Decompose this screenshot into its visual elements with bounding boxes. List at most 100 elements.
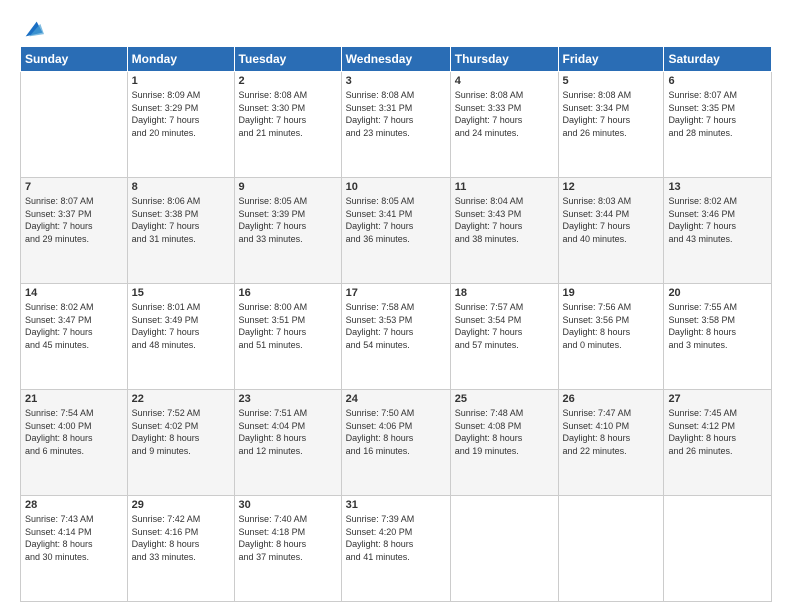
day-number: 2 [239, 75, 337, 87]
header [20, 18, 772, 36]
logo-icon [22, 18, 44, 40]
weekday-header-row: SundayMondayTuesdayWednesdayThursdayFrid… [21, 47, 772, 72]
day-info: Sunrise: 8:00 AM Sunset: 3:51 PM Dayligh… [239, 301, 337, 351]
calendar-cell: 24 Sunrise: 7:50 AM Sunset: 4:06 PM Dayli… [341, 390, 450, 496]
day-number: 29 [132, 499, 230, 511]
weekday-header: Tuesday [234, 47, 341, 72]
day-number: 8 [132, 181, 230, 193]
day-number: 21 [25, 393, 123, 405]
calendar-cell: 30Sunrise: 7:40 AM Sunset: 4:18 PM Dayli… [234, 496, 341, 602]
calendar: SundayMondayTuesdayWednesdayThursdayFrid… [20, 46, 772, 602]
day-number: 5 [563, 75, 660, 87]
calendar-cell [21, 72, 128, 178]
day-number: 11 [455, 181, 554, 193]
day-number: 12 [563, 181, 660, 193]
day-info: Sunrise: 8:03 AM Sunset: 3:44 PM Dayligh… [563, 195, 660, 245]
day-number: 27 [668, 393, 767, 405]
day-info: Sunrise: 7:48 AM Sunset: 4:08 PM Dayligh… [455, 407, 554, 457]
calendar-cell: 3Sunrise: 8:08 AM Sunset: 3:31 PM Daylig… [341, 72, 450, 178]
day-info: Sunrise: 7:55 AM Sunset: 3:58 PM Dayligh… [668, 301, 767, 351]
day-number: 23 [239, 393, 337, 405]
weekday-header: Monday [127, 47, 234, 72]
calendar-cell: 22Sunrise: 7:52 AM Sunset: 4:02 PM Dayli… [127, 390, 234, 496]
day-info: Sunrise: 7:56 AM Sunset: 3:56 PM Dayligh… [563, 301, 660, 351]
day-number: 17 [346, 287, 446, 299]
day-info: Sunrise: 7:47 AM Sunset: 4:10 PM Dayligh… [563, 407, 660, 457]
calendar-cell: 19 Sunrise: 7:56 AM Sunset: 3:56 PM Dayli… [558, 284, 664, 390]
calendar-cell [450, 496, 558, 602]
day-number: 31 [346, 499, 446, 511]
calendar-cell: 15 Sunrise: 8:01 AM Sunset: 3:49 PM Dayli… [127, 284, 234, 390]
calendar-cell: 23 Sunrise: 7:51 AM Sunset: 4:04 PM Dayli… [234, 390, 341, 496]
day-number: 24 [346, 393, 446, 405]
day-info: Sunrise: 7:40 AM Sunset: 4:18 PM Dayligh… [239, 513, 337, 563]
day-number: 25 [455, 393, 554, 405]
page: SundayMondayTuesdayWednesdayThursdayFrid… [0, 0, 792, 612]
day-number: 16 [239, 287, 337, 299]
day-number: 20 [668, 287, 767, 299]
calendar-cell: 16 Sunrise: 8:00 AM Sunset: 3:51 PM Dayli… [234, 284, 341, 390]
day-info: Sunrise: 8:04 AM Sunset: 3:43 PM Dayligh… [455, 195, 554, 245]
day-info: Sunrise: 8:08 AM Sunset: 3:34 PM Dayligh… [563, 89, 660, 139]
calendar-cell: 20 Sunrise: 7:55 AM Sunset: 3:58 PM Dayli… [664, 284, 772, 390]
calendar-cell: 13 Sunrise: 8:02 AM Sunset: 3:46 PM Dayli… [664, 178, 772, 284]
day-info: Sunrise: 8:06 AM Sunset: 3:38 PM Dayligh… [132, 195, 230, 245]
day-info: Sunrise: 8:07 AM Sunset: 3:35 PM Dayligh… [668, 89, 767, 139]
calendar-cell: 1 Sunrise: 8:09 AM Sunset: 3:29 PM Daylig… [127, 72, 234, 178]
calendar-cell: 26 Sunrise: 7:47 AM Sunset: 4:10 PM Dayli… [558, 390, 664, 496]
day-number: 7 [25, 181, 123, 193]
calendar-cell: 12 Sunrise: 8:03 AM Sunset: 3:44 PM Dayli… [558, 178, 664, 284]
logo [20, 18, 44, 36]
calendar-cell: 31 Sunrise: 7:39 AM Sunset: 4:20 PM Dayli… [341, 496, 450, 602]
calendar-cell [558, 496, 664, 602]
day-info: Sunrise: 8:05 AM Sunset: 3:39 PM Dayligh… [239, 195, 337, 245]
day-info: Sunrise: 8:08 AM Sunset: 3:33 PM Dayligh… [455, 89, 554, 139]
calendar-week-row: 14 Sunrise: 8:02 AM Sunset: 3:47 PM Dayli… [21, 284, 772, 390]
day-info: Sunrise: 8:08 AM Sunset: 3:31 PM Dayligh… [346, 89, 446, 139]
weekday-header: Sunday [21, 47, 128, 72]
day-info: Sunrise: 8:02 AM Sunset: 3:47 PM Dayligh… [25, 301, 123, 351]
calendar-cell: 28 Sunrise: 7:43 AM Sunset: 4:14 PM Dayli… [21, 496, 128, 602]
day-info: Sunrise: 8:09 AM Sunset: 3:29 PM Dayligh… [132, 89, 230, 139]
day-info: Sunrise: 7:42 AM Sunset: 4:16 PM Dayligh… [132, 513, 230, 563]
day-info: Sunrise: 7:51 AM Sunset: 4:04 PM Dayligh… [239, 407, 337, 457]
calendar-week-row: 28 Sunrise: 7:43 AM Sunset: 4:14 PM Dayli… [21, 496, 772, 602]
weekday-header: Wednesday [341, 47, 450, 72]
day-info: Sunrise: 7:43 AM Sunset: 4:14 PM Dayligh… [25, 513, 123, 563]
day-info: Sunrise: 8:08 AM Sunset: 3:30 PM Dayligh… [239, 89, 337, 139]
day-info: Sunrise: 7:54 AM Sunset: 4:00 PM Dayligh… [25, 407, 123, 457]
calendar-cell: 18Sunrise: 7:57 AM Sunset: 3:54 PM Dayli… [450, 284, 558, 390]
day-info: Sunrise: 7:50 AM Sunset: 4:06 PM Dayligh… [346, 407, 446, 457]
day-info: Sunrise: 7:52 AM Sunset: 4:02 PM Dayligh… [132, 407, 230, 457]
day-number: 6 [668, 75, 767, 87]
day-number: 28 [25, 499, 123, 511]
day-info: Sunrise: 8:01 AM Sunset: 3:49 PM Dayligh… [132, 301, 230, 351]
day-info: Sunrise: 8:02 AM Sunset: 3:46 PM Dayligh… [668, 195, 767, 245]
day-info: Sunrise: 8:07 AM Sunset: 3:37 PM Dayligh… [25, 195, 123, 245]
calendar-cell: 17 Sunrise: 7:58 AM Sunset: 3:53 PM Dayli… [341, 284, 450, 390]
calendar-week-row: 21 Sunrise: 7:54 AM Sunset: 4:00 PM Dayli… [21, 390, 772, 496]
day-number: 18 [455, 287, 554, 299]
calendar-cell: 29 Sunrise: 7:42 AM Sunset: 4:16 PM Dayli… [127, 496, 234, 602]
day-number: 15 [132, 287, 230, 299]
calendar-cell: 7 Sunrise: 8:07 AM Sunset: 3:37 PM Daylig… [21, 178, 128, 284]
day-number: 4 [455, 75, 554, 87]
day-number: 1 [132, 75, 230, 87]
calendar-cell: 27Sunrise: 7:45 AM Sunset: 4:12 PM Dayli… [664, 390, 772, 496]
calendar-cell: 4 Sunrise: 8:08 AM Sunset: 3:33 PM Daylig… [450, 72, 558, 178]
day-number: 9 [239, 181, 337, 193]
day-number: 13 [668, 181, 767, 193]
day-number: 26 [563, 393, 660, 405]
day-number: 19 [563, 287, 660, 299]
logo-text [20, 18, 44, 40]
calendar-cell: 9 Sunrise: 8:05 AM Sunset: 3:39 PM Daylig… [234, 178, 341, 284]
calendar-week-row: 1 Sunrise: 8:09 AM Sunset: 3:29 PM Daylig… [21, 72, 772, 178]
day-info: Sunrise: 8:05 AM Sunset: 3:41 PM Dayligh… [346, 195, 446, 245]
calendar-cell: 10Sunrise: 8:05 AM Sunset: 3:41 PM Dayli… [341, 178, 450, 284]
day-info: Sunrise: 7:58 AM Sunset: 3:53 PM Dayligh… [346, 301, 446, 351]
weekday-header: Thursday [450, 47, 558, 72]
day-info: Sunrise: 7:39 AM Sunset: 4:20 PM Dayligh… [346, 513, 446, 563]
calendar-cell: 25 Sunrise: 7:48 AM Sunset: 4:08 PM Dayli… [450, 390, 558, 496]
day-number: 14 [25, 287, 123, 299]
weekday-header: Saturday [664, 47, 772, 72]
